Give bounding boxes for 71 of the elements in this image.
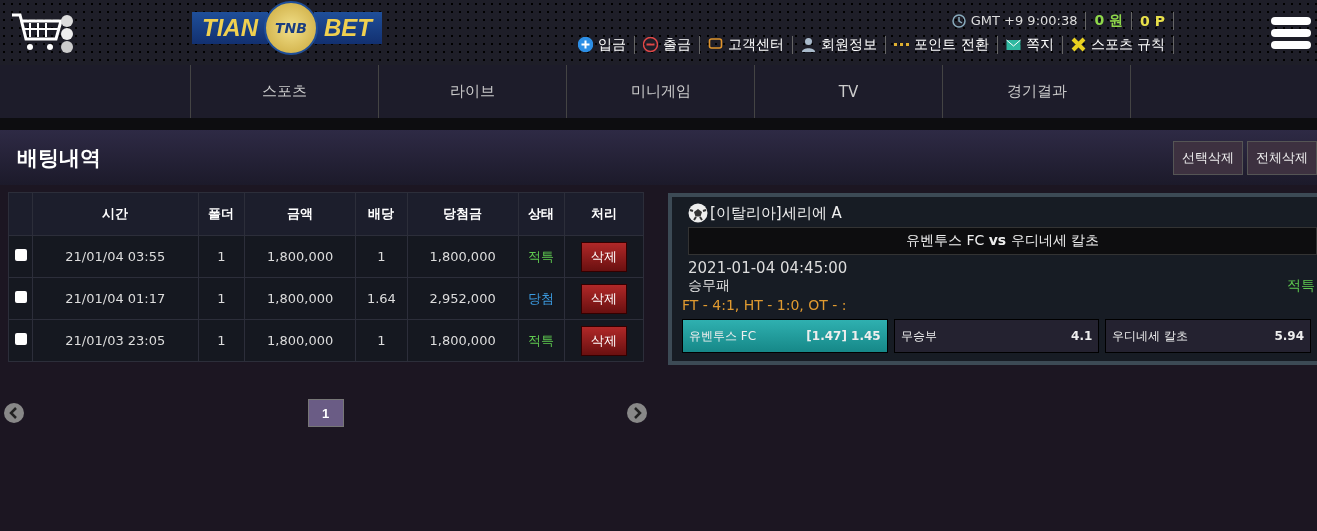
table-cell: 1 [355,319,408,362]
deposit-icon [578,37,594,52]
nav-tab[interactable]: 미니게임 [567,65,755,118]
table-cell: 21/01/04 03:55 [32,235,199,278]
table-cell: 1,800,000 [244,277,356,320]
nav-tab[interactable]: 경기결과 [943,65,1131,118]
score-text: FT - 4:1, HT - 1:0, OT - : [682,297,848,313]
column-header: 금액 [244,192,356,236]
table-cell: 2,952,000 [407,277,519,320]
status-text: 당첨 [528,290,555,306]
odds-option[interactable]: 우디네세 칼초 5.94 [1105,319,1311,353]
points-icon [894,43,910,46]
soccer-ball-icon [688,203,708,223]
result-text: 적특 [1287,277,1315,295]
header-link[interactable]: 회원정보 [821,35,878,54]
delete-button[interactable]: 삭제 [581,241,628,272]
rules-icon [1070,37,1086,52]
table-cell: 1 [355,235,408,278]
row-checkbox[interactable] [14,249,27,261]
table-cell: 1 [198,277,245,320]
message-icon [1005,37,1021,52]
money-balance: 0 원 [1094,11,1124,30]
action-button[interactable]: 선택삭제 [1173,140,1243,175]
match-datetime: 2021-01-04 04:45:00 [688,259,849,277]
status-text: 적특 [528,332,555,348]
withdraw-icon [643,37,659,52]
delete-button[interactable]: 삭제 [581,283,628,314]
nav-tab[interactable]: TV [755,65,943,118]
match-title: 유벤투스 FC vs 우디네세 칼초 [688,227,1317,255]
next-icon[interactable] [627,403,647,423]
row-checkbox[interactable] [14,291,27,303]
column-header: 상태 [518,192,565,236]
table-cell: 1 [198,235,245,278]
column-header: 폴더 [198,192,245,236]
nav-tab[interactable]: 스포츠 [191,65,379,118]
previous-icon[interactable] [4,403,24,423]
row-checkbox[interactable] [14,333,27,345]
points-balance: 0 P [1140,12,1165,29]
page-button[interactable]: 1 [307,399,344,427]
table-cell: 1,800,000 [244,319,356,362]
market-name: 승무패 [688,277,730,295]
table-cell: 1.64 [355,277,408,320]
league-name: [이탈리아]세리에 A [710,203,842,223]
header-link[interactable]: 쪽지 [1025,35,1054,54]
header-link[interactable]: 스포츠 규칙 [1090,35,1165,54]
column-header: 처리 [564,192,644,236]
table-cell: 1,800,000 [407,235,519,278]
delete-button[interactable]: 삭제 [581,325,628,356]
header-link[interactable]: 입금 [598,35,627,54]
page-title: 배팅내역 [17,144,101,172]
header-link[interactable]: 고객센터 [728,35,785,54]
menu-icon[interactable] [1270,16,1312,50]
table-cell: 21/01/03 23:05 [32,319,199,362]
table-cell: 1,800,000 [407,319,519,362]
table-cell: 1 [198,319,245,362]
clock-icon [951,13,966,28]
odds-option[interactable]: 무승부 4.1 [893,319,1100,353]
clock-text: GMT +9 9:00:38 [970,13,1078,28]
action-button[interactable]: 전체삭제 [1247,140,1317,175]
column-header: 시간 [32,192,199,236]
nav-tab[interactable]: 라이브 [379,65,567,118]
header-link[interactable]: 포인트 전환 [914,35,989,54]
table-cell: 1,800,000 [244,235,356,278]
table-cell: 21/01/04 01:17 [32,277,199,320]
header-link[interactable]: 출금 [663,35,692,54]
status-text: 적특 [528,248,555,264]
column-header: 당첨금 [407,192,519,236]
member-icon [801,37,817,52]
support-icon [708,37,724,52]
logo[interactable]: TIAN TNB BET [192,0,382,55]
column-header: 배당 [355,192,408,236]
